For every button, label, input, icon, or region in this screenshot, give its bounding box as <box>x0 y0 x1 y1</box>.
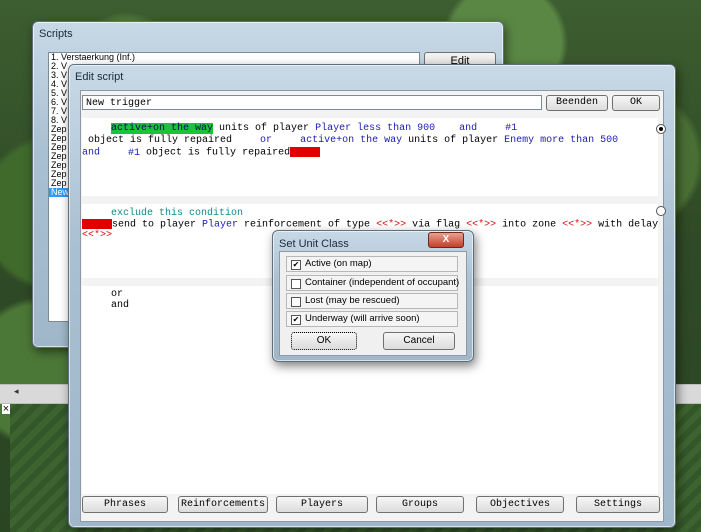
error-marker[interactable] <box>290 147 321 157</box>
condition-text: object is fully repaired <box>88 135 233 146</box>
checkbox-icon[interactable] <box>291 297 301 307</box>
trigger-name-input[interactable]: New trigger <box>82 95 542 110</box>
option-label: Lost (may be rescued) <box>305 295 400 306</box>
cancel-button[interactable]: Cancel <box>383 332 455 350</box>
tab-players[interactable]: Players <box>276 496 368 513</box>
option-lost[interactable]: Lost (may be rescued) <box>286 293 458 309</box>
tab-groups[interactable]: Groups <box>376 496 464 513</box>
tab-bar: Phrases Reinforcements Players Groups Ob… <box>82 496 660 516</box>
scroll-left-arrow-icon[interactable]: ◂ <box>14 386 19 397</box>
option-label: Active (on map) <box>305 258 372 269</box>
tab-phrases[interactable]: Phrases <box>82 496 168 513</box>
option-active[interactable]: ✔ Active (on map) <box>286 256 458 272</box>
exclude-condition-link[interactable]: exclude this condition <box>111 208 243 219</box>
close-icon[interactable]: × <box>2 404 10 415</box>
player-link[interactable]: Player <box>315 123 351 134</box>
option-label: Container (independent of occupant) <box>305 277 460 288</box>
zone-placeholder[interactable]: <<*>> <box>562 220 592 231</box>
conditions-panel[interactable]: active+on the way units of player Player… <box>82 118 658 196</box>
option-underway[interactable]: ✔ Underway (will arrive soon) <box>286 311 458 327</box>
action-line[interactable]: send to player Player reinforcement of t… <box>82 219 658 231</box>
condition-highlight[interactable]: active+on the way <box>111 123 214 134</box>
checkbox-checked-icon[interactable]: ✔ <box>291 315 301 325</box>
and-phrase[interactable]: and <box>111 300 129 311</box>
status-link[interactable]: active+on the way <box>300 135 402 146</box>
action-text: reinforcement of type <box>238 219 377 231</box>
or-phrase[interactable]: or <box>111 289 123 300</box>
action-text: into zone <box>496 219 563 231</box>
condition-text: object is fully repaired <box>140 147 291 159</box>
tab-settings[interactable]: Settings <box>576 496 660 513</box>
tab-objectives[interactable]: Objectives <box>476 496 564 513</box>
window-title: Edit script <box>75 71 124 83</box>
condition-text: units of player <box>213 123 316 134</box>
and-operator: and <box>459 123 478 134</box>
quantity-link[interactable]: less than 900 <box>351 123 435 134</box>
delay-placeholder[interactable]: <<*>> <box>82 230 112 241</box>
condition-line[interactable]: and #1 object is fully repaired <box>82 147 321 159</box>
option-label: Underway (will arrive soon) <box>305 313 420 324</box>
condition-line[interactable]: object is fully repaired or active+on th… <box>88 135 618 146</box>
quantity-link[interactable]: more than 500 <box>534 135 618 146</box>
action-text: via flag <box>406 219 467 231</box>
ok-button[interactable]: OK <box>291 332 357 350</box>
checkbox-checked-icon[interactable]: ✔ <box>291 260 301 270</box>
conditions-radio[interactable] <box>656 124 666 134</box>
list-item[interactable]: 1. Verstaerkung (Inf.) <box>49 53 419 62</box>
tab-reinforcements[interactable]: Reinforcements <box>178 496 268 513</box>
condition-line[interactable]: active+on the way units of player Player… <box>111 123 517 134</box>
checkbox-icon[interactable] <box>291 279 301 289</box>
or-operator: or <box>260 135 273 146</box>
error-marker[interactable] <box>82 219 112 229</box>
action-text: send to player <box>112 219 203 231</box>
action-text: with delay <box>592 219 659 231</box>
object-ref[interactable]: #1 <box>128 148 140 159</box>
beenden-button[interactable]: Beenden <box>546 95 608 111</box>
player-link[interactable]: Player <box>202 220 238 231</box>
close-button[interactable]: X <box>428 232 464 248</box>
and-operator: and <box>82 147 101 159</box>
option-container[interactable]: Container (independent of occupant) <box>286 275 460 291</box>
object-ref[interactable]: #1 <box>505 123 517 134</box>
window-title: Scripts <box>39 28 73 40</box>
ok-button[interactable]: OK <box>612 95 660 111</box>
type-placeholder[interactable]: <<*>> <box>376 220 406 231</box>
dialog-title: Set Unit Class <box>279 238 349 250</box>
condition-text: units of player <box>402 135 505 146</box>
actions-radio[interactable] <box>656 206 666 216</box>
flag-placeholder[interactable]: <<*>> <box>466 220 496 231</box>
player-link[interactable]: Enemy <box>504 135 534 146</box>
